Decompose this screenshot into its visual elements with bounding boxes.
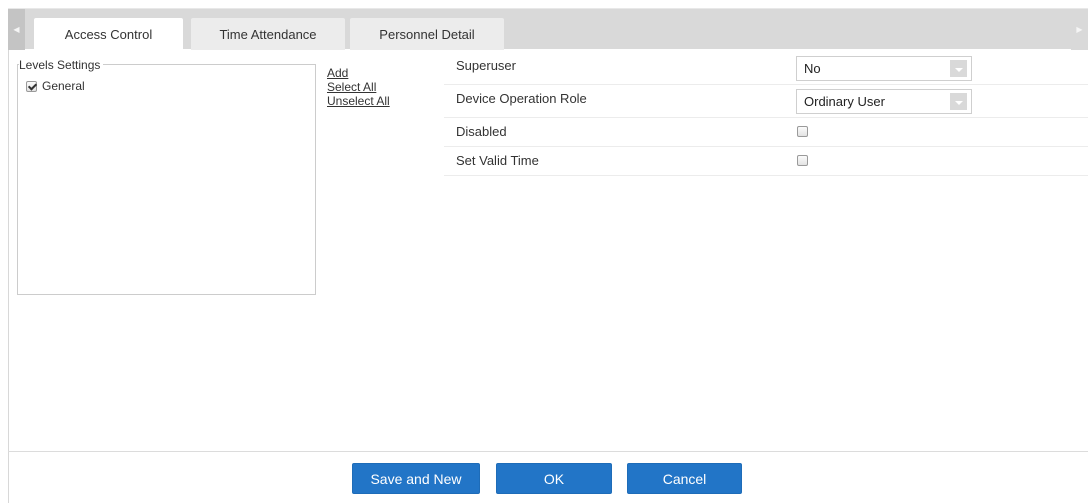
tab-personnel-detail[interactable]: Personnel Detail — [350, 18, 504, 50]
level-item-label: General — [42, 79, 85, 93]
device-operation-role-value: Ordinary User — [804, 94, 885, 109]
tab-label: Time Attendance — [219, 26, 317, 42]
chevron-down-icon[interactable] — [950, 60, 967, 77]
superuser-row: Superuser No — [444, 52, 1088, 85]
tab-time-attendance[interactable]: Time Attendance — [191, 18, 345, 50]
levels-settings-legend: Levels Settings — [19, 58, 104, 72]
level-actions: Add Select All Unselect All — [327, 66, 390, 108]
tab-scroll-right-icon[interactable]: ▶ — [1071, 9, 1088, 50]
device-operation-role-select[interactable]: Ordinary User — [796, 89, 972, 114]
superuser-label: Superuser — [456, 58, 516, 73]
add-link[interactable]: Add — [327, 66, 390, 80]
level-general-checkbox[interactable] — [26, 80, 37, 92]
tab-scroll-left-icon[interactable]: ◀ — [8, 9, 25, 50]
disabled-checkbox[interactable] — [797, 126, 808, 137]
tab-bar: ◀ Access Control Time Attendance Personn… — [8, 8, 1088, 51]
levels-settings-box — [17, 64, 316, 295]
tab-label: Access Control — [64, 27, 153, 42]
disabled-label: Disabled — [456, 124, 507, 139]
set-valid-time-row: Set Valid Time — [444, 147, 1088, 176]
device-operation-role-row: Device Operation Role Ordinary User — [444, 85, 1088, 118]
cancel-button[interactable]: Cancel — [627, 463, 742, 494]
footer-divider — [8, 451, 1088, 452]
chevron-down-icon[interactable] — [950, 93, 967, 110]
unselect-all-link[interactable]: Unselect All — [327, 94, 390, 108]
select-all-link[interactable]: Select All — [327, 80, 390, 94]
disabled-row: Disabled — [444, 118, 1088, 147]
level-item-general[interactable]: General — [26, 79, 85, 93]
save-and-new-button[interactable]: Save and New — [352, 463, 480, 494]
set-valid-time-checkbox[interactable] — [797, 155, 808, 166]
tab-label: Personnel Detail — [379, 26, 475, 42]
ok-button[interactable]: OK — [496, 463, 612, 494]
device-operation-role-label: Device Operation Role — [456, 91, 587, 106]
set-valid-time-label: Set Valid Time — [456, 153, 539, 168]
tab-access-control[interactable]: Access Control — [34, 18, 183, 51]
superuser-select-value: No — [804, 61, 821, 76]
superuser-select[interactable]: No — [796, 56, 972, 81]
